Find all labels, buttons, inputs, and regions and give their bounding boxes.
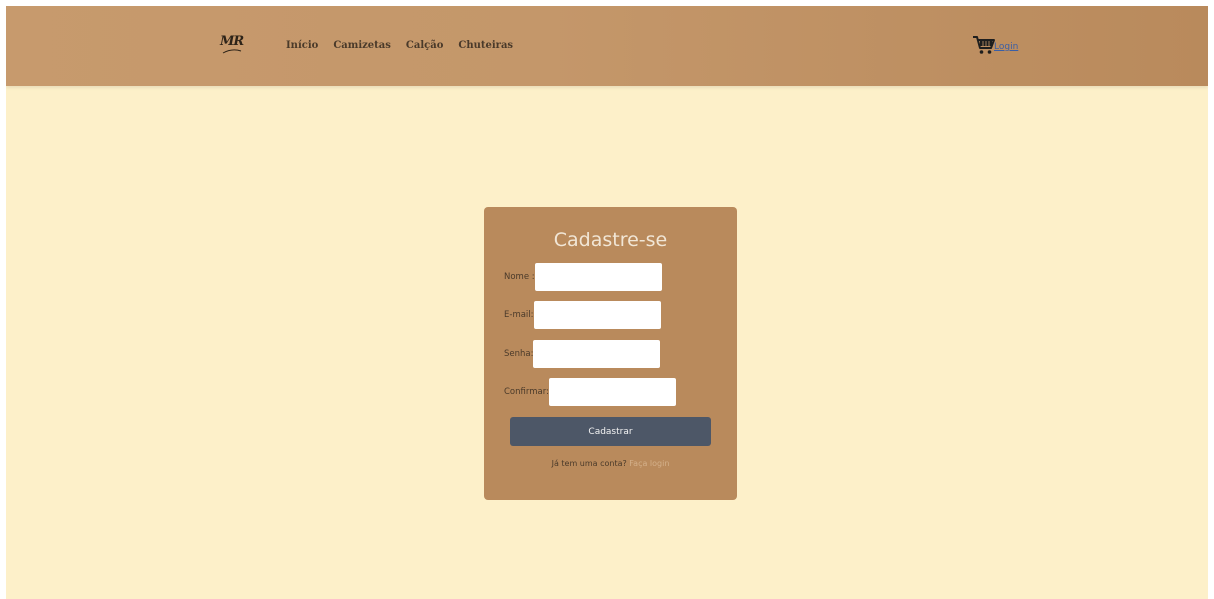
email-label: E-mail: (504, 310, 534, 320)
signup-title: Cadastre-se (553, 229, 668, 251)
logo-text: MR (220, 34, 244, 49)
nav-link-calcao[interactable]: Calção (406, 40, 443, 51)
confirm-field-row: Confirmar: (504, 378, 676, 406)
account-prompt: Já tem uma conta? (551, 459, 627, 468)
login-hint-link[interactable]: Faça login (629, 459, 669, 468)
password-field-row: Senha: (504, 340, 661, 368)
main-nav: Início Camizetas Calção Chuteiras (286, 40, 528, 51)
password-label: Senha: (504, 349, 534, 359)
shopping-cart-icon[interactable] (972, 35, 996, 55)
nav-link-inicio[interactable]: Início (286, 40, 318, 51)
login-link[interactable]: Login (994, 42, 1018, 52)
name-field-row: Nome : (504, 263, 662, 291)
email-input[interactable] (533, 301, 661, 329)
confirm-label: Confirmar: (504, 387, 549, 397)
email-field-row: E-mail: (504, 301, 661, 329)
login-hint: Já tem uma conta? Faça login (484, 459, 737, 468)
signup-submit-button[interactable]: Cadastrar (510, 417, 711, 446)
logo-swoosh-icon (222, 49, 242, 54)
cart-login-area: Login (972, 35, 1018, 55)
signup-card: Cadastre-se Nome : E-mail: Senha: Confir… (484, 207, 737, 500)
name-input[interactable] (534, 263, 662, 291)
confirm-password-input[interactable] (548, 378, 676, 406)
password-input[interactable] (533, 340, 661, 368)
nav-link-chuteiras[interactable]: Chuteiras (458, 40, 513, 51)
nav-link-camizetas[interactable]: Camizetas (333, 40, 391, 51)
brand-logo[interactable]: MR (220, 34, 246, 56)
name-label: Nome : (504, 272, 535, 282)
page: MR Início Camizetas Calção Chuteiras Log… (6, 6, 1208, 599)
top-navbar: MR Início Camizetas Calção Chuteiras Log… (6, 6, 1208, 86)
